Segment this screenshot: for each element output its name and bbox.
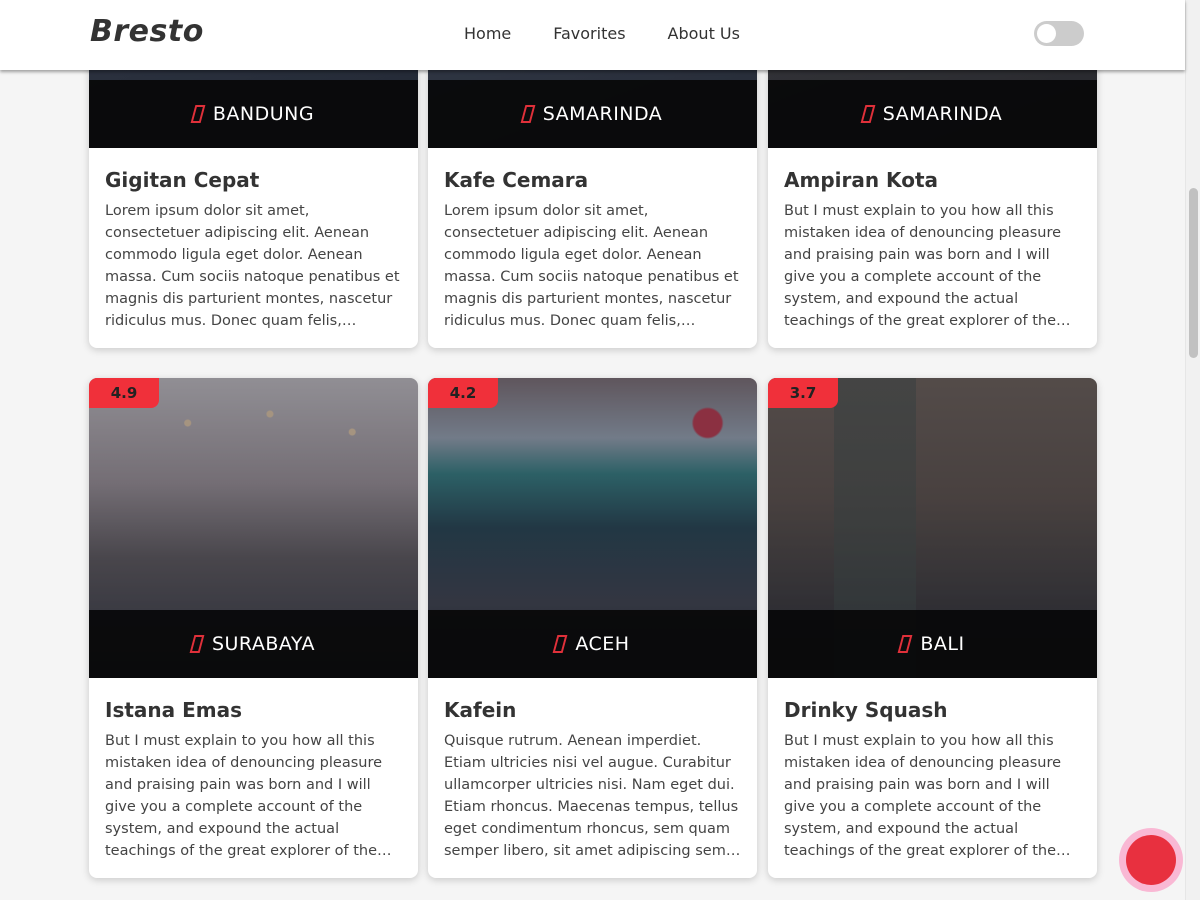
restaurant-description: But I must explain to you how all this m…: [784, 733, 1062, 859]
nav-about-us[interactable]: About Us: [668, 24, 740, 43]
restaurant-name[interactable]: Gigitan Cepat: [105, 168, 402, 192]
scrollbar[interactable]: [1185, 0, 1200, 900]
restaurant-card[interactable]: 3.7 BALI Drinky Squash But I must explai…: [768, 378, 1097, 878]
restaurant-card[interactable]: 4.2 ACEH Kafein Quisque rutrum. Aenean i…: [428, 378, 757, 878]
location-pin-icon: [520, 105, 536, 123]
nav-favorites[interactable]: Favorites: [553, 24, 625, 43]
restaurant-description: Quisque rutrum. Aenean imperdiet. Etiam …: [444, 733, 741, 859]
restaurant-card[interactable]: 4.9 SURABAYA Istana Emas But I must expl…: [89, 378, 418, 878]
toggle-knob: [1037, 24, 1056, 43]
rating-badge: 4.9: [89, 378, 159, 408]
location-pin-icon: [897, 635, 913, 653]
brand-logo[interactable]: Bresto: [90, 14, 204, 49]
city-band: SAMARINDA: [428, 80, 757, 148]
nav-home[interactable]: Home: [464, 24, 511, 43]
city-band: SURABAYA: [89, 610, 418, 678]
theme-toggle[interactable]: [1034, 21, 1084, 46]
city-label: SAMARINDA: [882, 103, 1003, 125]
restaurant-image: 3.7 BALI: [768, 378, 1097, 678]
main-nav: Home Favorites About Us: [464, 24, 782, 43]
location-pin-icon: [860, 105, 876, 123]
restaurant-name[interactable]: Istana Emas: [105, 698, 402, 722]
city-label: SAMARINDA: [542, 103, 663, 125]
city-band: SAMARINDA: [768, 80, 1097, 148]
restaurant-image: 4.2 ACEH: [428, 378, 757, 678]
city-label: ACEH: [575, 633, 630, 655]
restaurant-description: Lorem ipsum dolor sit amet, consectetuer…: [444, 203, 739, 329]
fab-core: [1126, 835, 1176, 885]
rating-badge: 3.7: [768, 378, 838, 408]
scrollbar-thumb[interactable]: [1189, 188, 1198, 358]
city-band: BANDUNG: [89, 80, 418, 148]
location-pin-icon: [552, 635, 568, 653]
city-label: BALI: [920, 633, 965, 655]
restaurant-description: But I must explain to you how all this m…: [105, 733, 383, 859]
city-label: BANDUNG: [212, 103, 315, 125]
restaurant-description: But I must explain to you how all this m…: [784, 203, 1062, 329]
location-pin-icon: [190, 105, 206, 123]
rating-badge: 4.2: [428, 378, 498, 408]
city-band: ACEH: [428, 610, 757, 678]
restaurant-name[interactable]: Kafe Cemara: [444, 168, 741, 192]
restaurant-name[interactable]: Drinky Squash: [784, 698, 1081, 722]
restaurant-image: 4.9 SURABAYA: [89, 378, 418, 678]
restaurant-name[interactable]: Kafein: [444, 698, 741, 722]
floating-action-button[interactable]: [1119, 828, 1183, 892]
city-band: BALI: [768, 610, 1097, 678]
app-header: Bresto Home Favorites About Us: [0, 0, 1185, 70]
restaurant-list: BANDUNG Gigitan Cepat Lorem ipsum dolor …: [0, 0, 1185, 900]
restaurant-description: Lorem ipsum dolor sit amet, consectetuer…: [105, 203, 400, 329]
location-pin-icon: [189, 635, 205, 653]
restaurant-name[interactable]: Ampiran Kota: [784, 168, 1081, 192]
city-label: SURABAYA: [211, 633, 316, 655]
